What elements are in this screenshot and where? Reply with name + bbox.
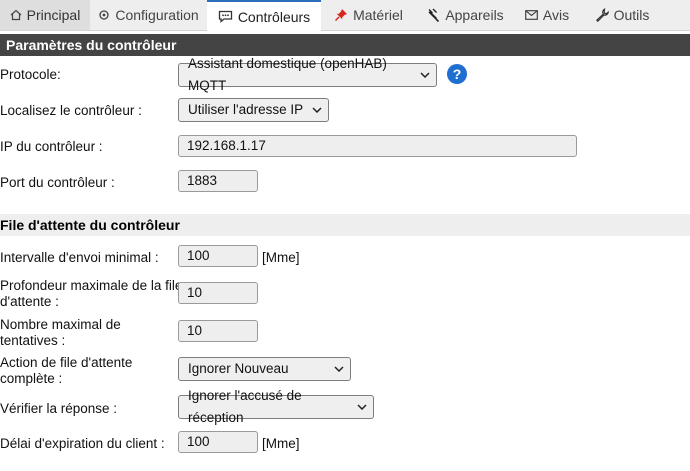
min-interval-input[interactable]: 100	[178, 245, 258, 267]
max-queue-label-line2: d'attente :	[0, 294, 59, 309]
tab-configuration[interactable]: Configuration	[90, 0, 207, 30]
chat-icon	[218, 10, 233, 23]
max-queue-label-line1: Profondeur maximale de la file	[0, 278, 183, 293]
port-label: Port du contrôleur :	[0, 175, 115, 190]
queue-full-value: Ignorer Nouveau	[188, 361, 289, 376]
tab-label: Matériel	[353, 7, 403, 23]
check-reply-select[interactable]: Ignorer l'accusé de réception	[178, 388, 374, 425]
tab-materiel[interactable]: Matériel	[321, 0, 416, 30]
max-retries-label-line1: Nombre maximal de	[0, 317, 121, 332]
check-reply-label: Vérifier la réponse :	[0, 401, 118, 416]
tab-label: Avis	[542, 7, 570, 23]
max-queue-input[interactable]: 10	[178, 282, 258, 304]
tab-label: Appareils	[445, 7, 504, 23]
chevron-down-icon	[334, 366, 344, 372]
tab-label: Outils	[613, 7, 650, 23]
chevron-down-icon	[312, 107, 322, 113]
min-interval-unit: [Mme]	[262, 250, 300, 265]
protocol-value: Assistant domestique (openHAB) MQTT	[188, 56, 387, 93]
tab-principal[interactable]: Principal	[0, 0, 90, 30]
client-timeout-unit: [Mme]	[262, 436, 300, 451]
max-retries-input[interactable]: 10	[178, 320, 258, 342]
max-retries-label-line2: tentatives :	[0, 333, 66, 348]
locate-label: Localisez le contrôleur :	[0, 103, 142, 118]
ip-label: IP du contrôleur :	[0, 139, 103, 154]
port-input[interactable]: 1883	[178, 170, 258, 192]
tab-label: Configuration	[115, 7, 199, 23]
wrench-icon	[595, 8, 609, 22]
ip-input[interactable]: 192.168.1.17	[178, 135, 577, 157]
locate-select[interactable]: Utiliser l'adresse IP	[178, 98, 329, 122]
check-reply-value: Ignorer l'accusé de réception	[188, 388, 302, 425]
locate-value: Utiliser l'adresse IP	[188, 102, 304, 117]
tab-avis[interactable]: Avis	[514, 0, 580, 30]
queue-full-label-line1: Action de file d'attente	[0, 355, 133, 370]
tab-bar: Principal Configuration Contrôleurs Maté…	[0, 0, 690, 31]
client-timeout-label: Délai d'expiration du client :	[0, 436, 165, 451]
pin-icon	[334, 8, 348, 22]
min-interval-label: Intervalle d'envoi minimal :	[0, 250, 159, 265]
home-icon	[10, 9, 22, 21]
mail-icon	[524, 10, 538, 20]
tab-controleurs[interactable]: Contrôleurs	[207, 0, 321, 31]
protocol-label: Protocole:	[0, 67, 61, 82]
tab-label: Contrôleurs	[237, 8, 311, 25]
chevron-down-icon	[357, 404, 367, 410]
help-icon[interactable]: ?	[447, 64, 467, 84]
protocol-select[interactable]: Assistant domestique (openHAB) MQTT	[178, 56, 437, 93]
queue-full-label-line2: complète :	[0, 371, 63, 386]
tab-label: Principal	[26, 7, 81, 23]
section-header-queue: File d'attente du contrôleur	[0, 214, 690, 236]
plug-icon	[426, 8, 440, 22]
queue-full-select[interactable]: Ignorer Nouveau	[178, 357, 351, 381]
tab-outils[interactable]: Outils	[580, 0, 664, 30]
chevron-down-icon	[420, 72, 430, 78]
tab-appareils[interactable]: Appareils	[416, 0, 514, 30]
gear-icon	[98, 9, 110, 21]
client-timeout-input[interactable]: 100	[178, 431, 258, 453]
